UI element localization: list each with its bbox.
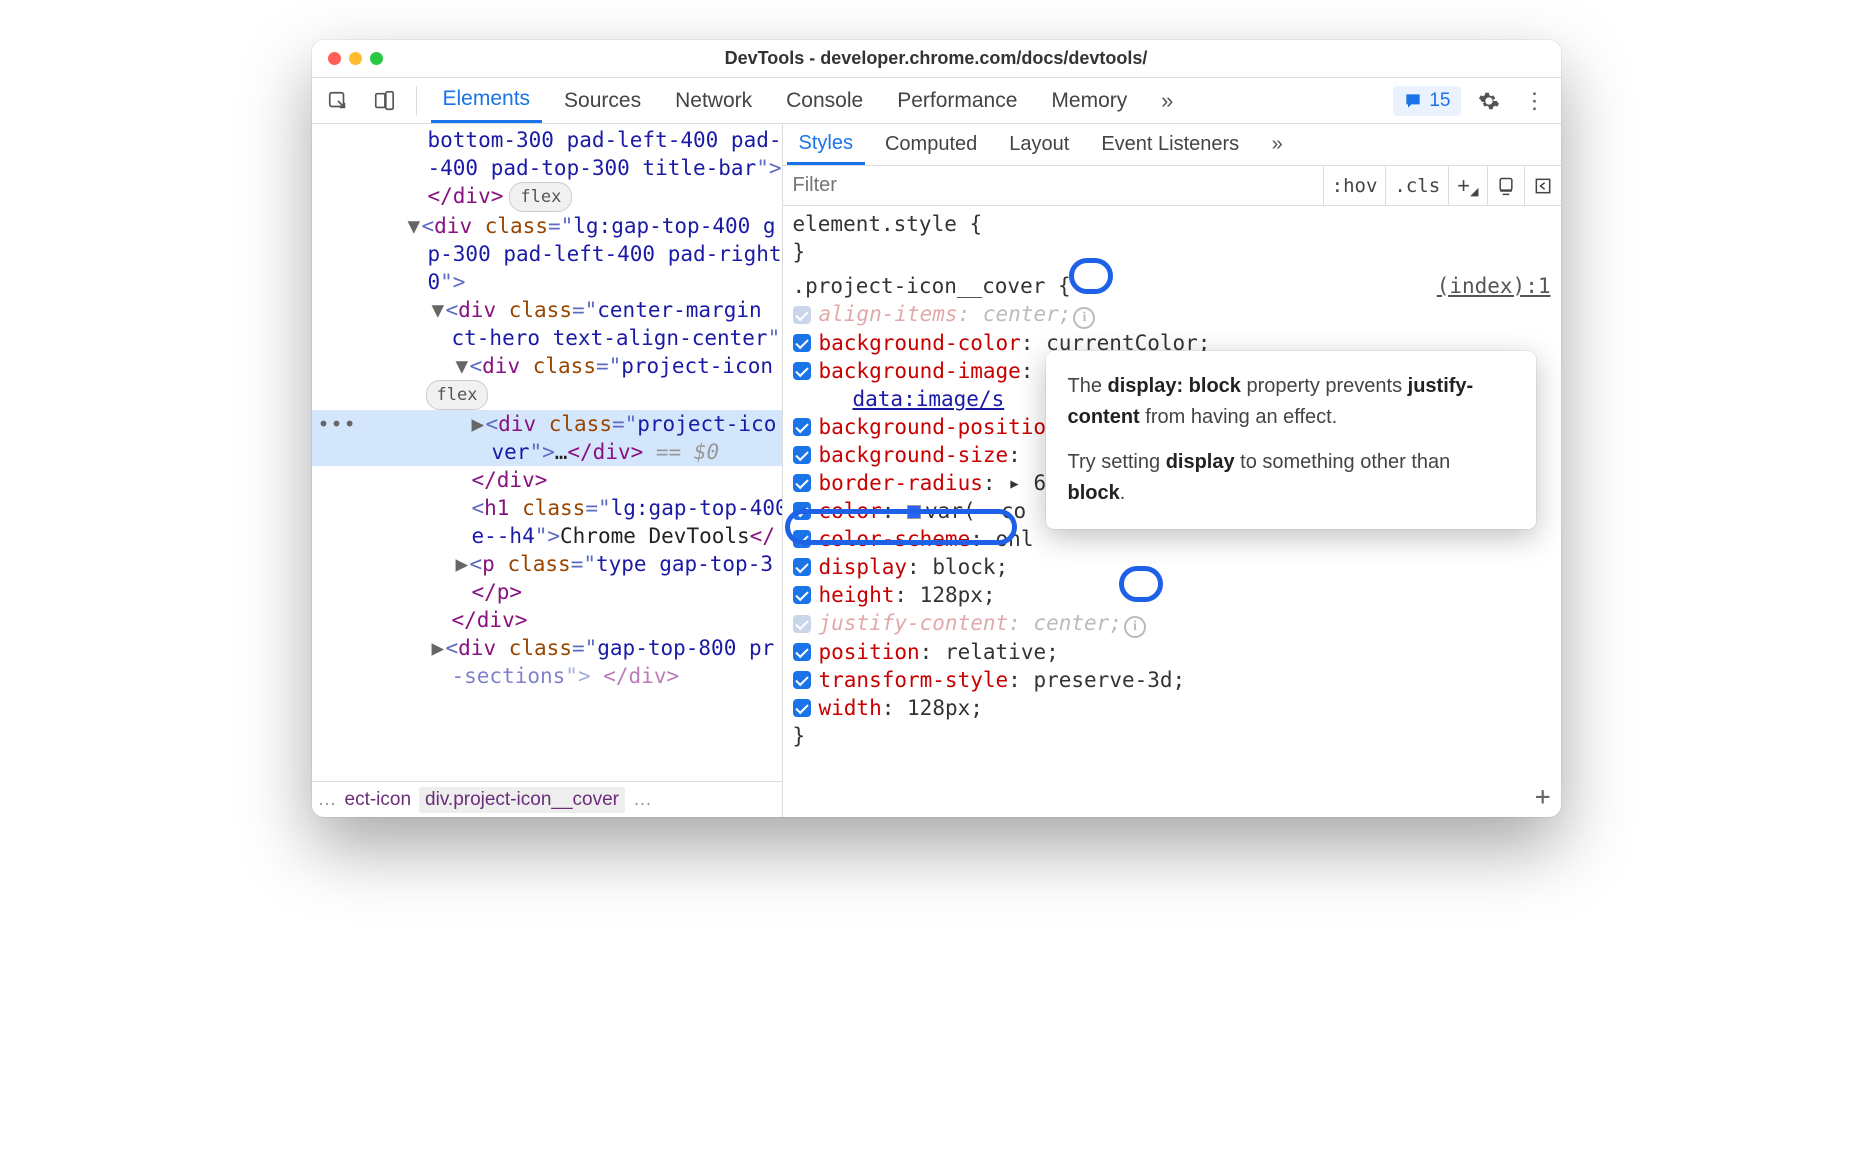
zoom-window-button[interactable] xyxy=(370,52,383,65)
toggle-render-icon[interactable] xyxy=(1524,166,1561,205)
close-window-button[interactable] xyxy=(328,52,341,65)
prop-justify-content[interactable]: justify-content: center;i xyxy=(783,609,1561,638)
prop-checkbox[interactable] xyxy=(793,306,811,324)
flex-pill[interactable]: flex xyxy=(509,182,572,212)
prop-checkbox[interactable] xyxy=(793,334,811,352)
rule-source[interactable]: (index):1 xyxy=(1437,272,1551,300)
filter-bar: :hov .cls +◢ xyxy=(783,166,1561,206)
tab-memory[interactable]: Memory xyxy=(1039,78,1139,123)
prop-checkbox[interactable] xyxy=(793,671,811,689)
prop-width[interactable]: width: 128px; xyxy=(783,694,1561,722)
prop-transform-style[interactable]: transform-style: preserve-3d; xyxy=(783,666,1561,694)
dom-panel: bottom-300 pad-left-400 pad- -400 pad-to… xyxy=(312,124,783,817)
subtab-computed[interactable]: Computed xyxy=(873,124,989,165)
breadcrumb-selected[interactable]: div.project-icon__cover xyxy=(419,787,625,813)
prop-position[interactable]: position: relative; xyxy=(783,638,1561,666)
styles-subtabs: Styles Computed Layout Event Listeners » xyxy=(783,124,1561,166)
new-rule-button[interactable]: +◢ xyxy=(1448,166,1486,205)
separator xyxy=(416,86,417,116)
prop-checkbox[interactable] xyxy=(793,586,811,604)
copy-styles-icon[interactable] xyxy=(1487,166,1524,205)
rule-close: } xyxy=(783,722,1561,750)
color-swatch[interactable] xyxy=(907,505,921,519)
prop-checkbox[interactable] xyxy=(793,558,811,576)
rule-close: } xyxy=(783,238,1561,266)
cls-button[interactable]: .cls xyxy=(1385,166,1448,205)
console-messages-chip[interactable]: 15 xyxy=(1393,86,1460,116)
prop-height[interactable]: height: 128px; xyxy=(783,581,1561,609)
subtab-layout[interactable]: Layout xyxy=(997,124,1081,165)
subtab-event-listeners[interactable]: Event Listeners xyxy=(1089,124,1251,165)
main-tabs: Elements Sources Network Console Perform… xyxy=(312,78,1561,124)
rule-header: .project-icon__cover { (index):1 xyxy=(783,272,1561,300)
info-icon[interactable]: i xyxy=(1073,307,1095,329)
add-rule-button[interactable]: + xyxy=(1535,783,1551,811)
settings-icon[interactable] xyxy=(1471,83,1507,119)
prop-checkbox[interactable] xyxy=(793,699,811,717)
inspect-icon[interactable] xyxy=(320,83,356,119)
styles-panel: Styles Computed Layout Event Listeners »… xyxy=(783,124,1561,817)
element-style-header: element.style { xyxy=(783,210,1561,238)
messages-count: 15 xyxy=(1429,90,1450,112)
prop-checkbox[interactable] xyxy=(793,615,811,633)
prop-checkbox[interactable] xyxy=(793,643,811,661)
hint-tooltip: The display: block property prevents jus… xyxy=(1046,351,1536,529)
info-icon[interactable]: i xyxy=(1124,616,1146,638)
selected-line-indicator: ••• xyxy=(318,410,357,438)
traffic-lights xyxy=(328,52,383,65)
more-subtabs-icon[interactable]: » xyxy=(1259,127,1295,163)
prop-checkbox[interactable] xyxy=(793,474,811,492)
main-split: bottom-300 pad-left-400 pad- -400 pad-to… xyxy=(312,124,1561,817)
window-title: DevTools - developer.chrome.com/docs/dev… xyxy=(312,48,1561,69)
rule-selector[interactable]: .project-icon__cover { xyxy=(793,272,1071,300)
subtab-styles[interactable]: Styles xyxy=(787,124,865,165)
prop-checkbox[interactable] xyxy=(793,502,811,520)
prop-checkbox[interactable] xyxy=(793,530,811,548)
tab-performance[interactable]: Performance xyxy=(885,78,1029,123)
breadcrumb-prev-overflow[interactable]: … xyxy=(318,789,337,811)
tab-console[interactable]: Console xyxy=(774,78,875,123)
more-tabs-icon[interactable]: » xyxy=(1149,83,1185,119)
flex-pill[interactable]: flex xyxy=(426,380,489,410)
prop-color-scheme[interactable]: color-scheme: onl xyxy=(783,525,1561,553)
breadcrumb-item[interactable]: ect-icon xyxy=(345,789,412,811)
filter-input[interactable] xyxy=(783,166,1323,205)
hov-button[interactable]: :hov xyxy=(1323,166,1386,205)
message-icon xyxy=(1403,91,1423,111)
prop-align-items[interactable]: align-items: center;i xyxy=(783,300,1561,329)
prop-display[interactable]: display: block; xyxy=(783,553,1561,581)
minimize-window-button[interactable] xyxy=(349,52,362,65)
breadcrumb-next-overflow[interactable]: … xyxy=(633,789,652,811)
tab-network[interactable]: Network xyxy=(663,78,764,123)
dom-tree[interactable]: bottom-300 pad-left-400 pad- -400 pad-to… xyxy=(312,124,782,781)
device-toggle-icon[interactable] xyxy=(366,83,402,119)
kebab-menu-icon[interactable]: ⋮ xyxy=(1517,83,1553,119)
tab-sources[interactable]: Sources xyxy=(552,78,653,123)
tab-elements[interactable]: Elements xyxy=(431,78,543,123)
prop-checkbox[interactable] xyxy=(793,446,811,464)
styles-list[interactable]: element.style { } .project-icon__cover {… xyxy=(783,206,1561,817)
prop-checkbox[interactable] xyxy=(793,362,811,380)
breadcrumbs[interactable]: … ect-icon div.project-icon__cover … xyxy=(312,781,782,817)
prop-checkbox[interactable] xyxy=(793,418,811,436)
titlebar: DevTools - developer.chrome.com/docs/dev… xyxy=(312,40,1561,78)
